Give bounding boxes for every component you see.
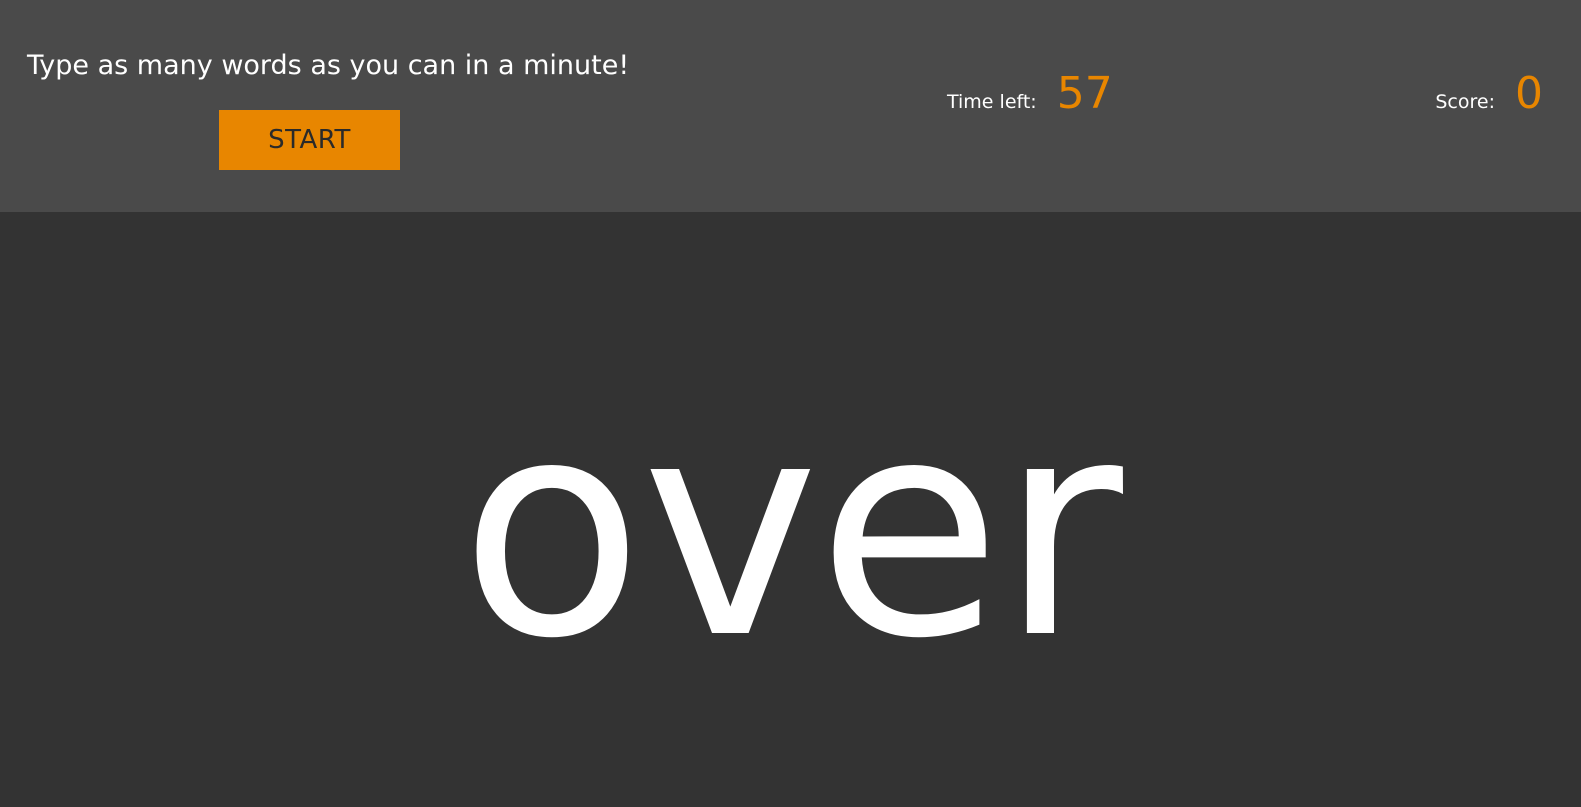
start-button[interactable]: START bbox=[219, 110, 400, 170]
game-header: Type as many words as you can in a minut… bbox=[0, 0, 1581, 212]
score-display: Score: 0 bbox=[1435, 72, 1543, 116]
current-word: over bbox=[460, 355, 1123, 704]
timer-label: Time left: bbox=[947, 91, 1037, 113]
word-area: over bbox=[0, 212, 1581, 807]
timer-display: Time left: 57 bbox=[947, 72, 1113, 116]
score-value: 0 bbox=[1515, 68, 1543, 119]
score-label: Score: bbox=[1435, 91, 1495, 113]
instructions-text: Type as many words as you can in a minut… bbox=[27, 50, 630, 81]
timer-value: 57 bbox=[1056, 68, 1113, 119]
